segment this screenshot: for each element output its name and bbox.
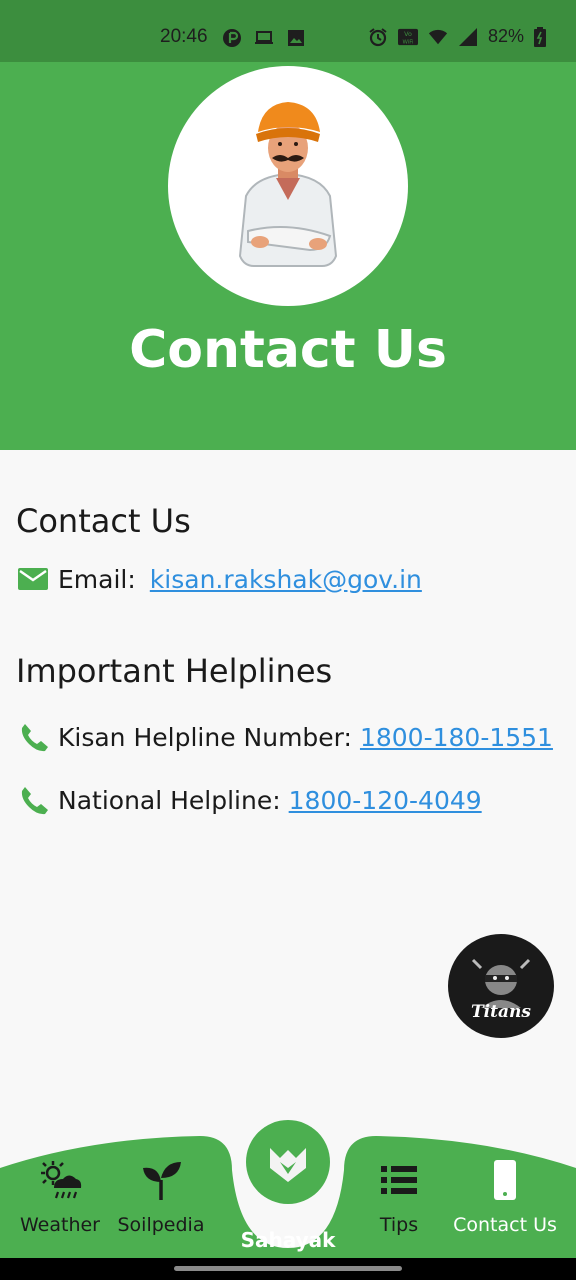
nav-item-tips[interactable]: Tips xyxy=(349,1158,449,1236)
nav-item-sahayak[interactable] xyxy=(246,1120,330,1204)
signal-icon xyxy=(458,27,477,46)
status-icons-right: Vo WiFi 82% xyxy=(368,26,546,47)
email-label: Email: xyxy=(58,564,136,594)
nav-label-contact-us: Contact Us xyxy=(453,1214,557,1236)
email-row: Email: kisan.rakshak@gov.in xyxy=(16,562,422,596)
svg-text:WiFi: WiFi xyxy=(402,39,413,45)
titans-label: Titans xyxy=(471,1002,531,1022)
status-bar: 20:46 Vo WiFi 82% xyxy=(0,0,576,62)
fox-logo-icon xyxy=(270,1148,306,1182)
bottom-navigation: Weather Soilpedia Sahayak Tips Contact U… xyxy=(0,1120,576,1260)
nav-item-contact-us[interactable]: Contact Us xyxy=(448,1158,562,1236)
nav-label-weather: Weather xyxy=(20,1214,100,1236)
svg-text:Vo: Vo xyxy=(404,31,412,38)
battery-icon xyxy=(534,26,546,47)
titans-badge[interactable]: Titans xyxy=(448,934,554,1038)
vowifi-icon: VoWiFi xyxy=(397,28,418,45)
status-icons-left xyxy=(222,28,306,48)
page-title: Contact Us xyxy=(129,320,447,380)
helpline-number-link[interactable]: 1800-120-4049 xyxy=(289,786,482,815)
laptop-icon xyxy=(255,31,273,44)
helpline-number-link[interactable]: 1800-180-1551 xyxy=(360,723,553,752)
home-indicator[interactable] xyxy=(174,1266,402,1271)
nav-label-tips: Tips xyxy=(379,1214,419,1236)
list-icon xyxy=(381,1166,417,1194)
helpline-label: National Helpline: xyxy=(58,785,281,815)
status-time: 20:46 xyxy=(160,26,208,47)
phone-icon xyxy=(494,1160,516,1200)
image-icon xyxy=(288,30,304,46)
header: Contact Us xyxy=(0,62,576,450)
nav-label-sahayak: Sahayak xyxy=(240,1228,336,1252)
alarm-icon xyxy=(369,27,387,46)
helpline-row: National Helpline: 1800-120-4049 xyxy=(16,783,482,817)
helpline-row: Kisan Helpline Number: 1800-180-1551 xyxy=(16,720,553,754)
battery-percent: 82% xyxy=(487,26,524,46)
contact-heading: Contact Us xyxy=(16,502,191,540)
nav-item-soilpedia[interactable]: Soilpedia xyxy=(111,1158,211,1236)
farmer-avatar-icon xyxy=(238,102,338,267)
phone-call-icon xyxy=(21,724,48,752)
nav-item-weather[interactable]: Weather xyxy=(10,1158,110,1236)
nav-label-soilpedia: Soilpedia xyxy=(117,1214,205,1236)
sprout-icon xyxy=(143,1162,181,1200)
gesture-bar xyxy=(0,1258,576,1280)
email-icon xyxy=(18,568,48,590)
app-notification-icon xyxy=(223,29,241,47)
avatar xyxy=(168,66,408,306)
email-link[interactable]: kisan.rakshak@gov.in xyxy=(150,565,422,594)
helplines-heading: Important Helplines xyxy=(16,652,333,690)
wifi-icon xyxy=(428,29,448,44)
weather-icon xyxy=(41,1161,82,1199)
phone-call-icon xyxy=(21,787,48,815)
helpline-label: Kisan Helpline Number: xyxy=(58,722,352,752)
